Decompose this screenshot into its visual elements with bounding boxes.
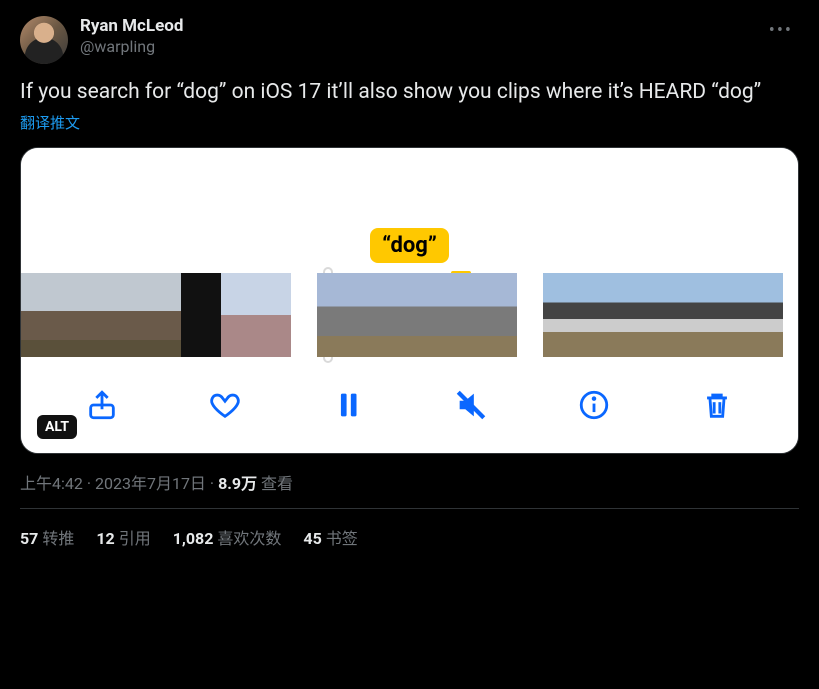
tweet-time[interactable]: 上午4:42 (20, 474, 83, 493)
thumbnail[interactable] (543, 273, 583, 357)
likes-stat[interactable]: 1,082喜欢次数 (173, 525, 282, 549)
meta-sep: · (83, 474, 95, 493)
thumbnail[interactable] (703, 273, 743, 357)
pause-icon (331, 388, 365, 422)
trash-icon (700, 388, 734, 422)
retweets-count: 57 (20, 529, 38, 548)
thumbnail[interactable] (417, 273, 467, 357)
tweet-container: Ryan McLeod @warpling ••• If you search … (0, 0, 819, 561)
search-tag-label: “dog” (382, 233, 437, 258)
views-label: 查看 (261, 474, 293, 493)
mute-icon (454, 388, 488, 422)
search-tag-row: “dog” (21, 228, 798, 269)
info-button[interactable] (574, 385, 614, 425)
bookmarks-stat[interactable]: 45 书签 (303, 525, 357, 549)
thumbnail[interactable] (367, 273, 417, 357)
thumbnail[interactable] (583, 273, 623, 357)
more-icon: ••• (769, 20, 793, 41)
thumbnail[interactable] (743, 273, 783, 357)
media-card[interactable]: “dog” (20, 147, 799, 454)
thumbnail[interactable] (261, 273, 291, 357)
share-button[interactable] (82, 385, 122, 425)
search-tag: “dog” (370, 228, 449, 263)
quotes-label: 引用 (119, 529, 151, 548)
tweet-header: Ryan McLeod @warpling ••• (20, 16, 799, 64)
likes-label: 喜欢次数 (217, 529, 281, 548)
views-count: 8.9万 (218, 474, 257, 493)
thumbnail[interactable] (181, 273, 221, 357)
heart-icon (208, 388, 242, 422)
thumbnail[interactable] (317, 273, 367, 357)
handle: @warpling (80, 37, 763, 57)
clip-group-3[interactable] (543, 273, 783, 357)
quotes-stat[interactable]: 12 引用 (96, 525, 150, 549)
translate-link[interactable]: 翻译推文 (20, 112, 80, 133)
tweet-stats: 57转推 12 引用 1,082喜欢次数 45 书签 (20, 509, 799, 549)
tweet-text: If you search for “dog” on iOS 17 it’ll … (20, 78, 799, 106)
delete-button[interactable] (697, 385, 737, 425)
tweet-meta: 上午4:42 · 2023年7月17日 · 8.9万 查看 (20, 470, 799, 494)
more-button[interactable]: ••• (763, 16, 799, 45)
like-button[interactable] (205, 385, 245, 425)
info-icon (577, 388, 611, 422)
video-timeline[interactable] (21, 269, 798, 365)
display-name: Ryan McLeod (80, 16, 763, 37)
thumbnail[interactable] (61, 273, 101, 357)
avatar[interactable] (20, 16, 68, 64)
quotes-count: 12 (96, 529, 114, 548)
bookmarks-label: 书签 (326, 529, 358, 548)
author-names[interactable]: Ryan McLeod @warpling (80, 16, 763, 57)
clip-group-1[interactable] (21, 273, 291, 357)
retweets-label: 转推 (42, 529, 74, 548)
tweet-date[interactable]: 2023年7月17日 (95, 474, 206, 493)
mute-button[interactable] (451, 385, 491, 425)
bookmarks-count: 45 (303, 529, 321, 548)
thumbnail[interactable] (467, 273, 517, 357)
thumbnail[interactable] (141, 273, 181, 357)
thumbnail[interactable] (21, 273, 61, 357)
meta-sep: · (206, 474, 218, 493)
thumbnail[interactable] (221, 273, 261, 357)
retweets-stat[interactable]: 57转推 (20, 525, 74, 549)
thumbnail[interactable] (623, 273, 663, 357)
thumbnail[interactable] (101, 273, 141, 357)
likes-count: 1,082 (173, 529, 214, 548)
media-whitespace (21, 148, 798, 228)
share-icon (85, 388, 119, 422)
clip-group-2[interactable] (317, 273, 517, 357)
thumbnail[interactable] (663, 273, 703, 357)
media-controls (21, 365, 798, 453)
alt-badge[interactable]: ALT (37, 415, 77, 439)
pause-button[interactable] (328, 385, 368, 425)
